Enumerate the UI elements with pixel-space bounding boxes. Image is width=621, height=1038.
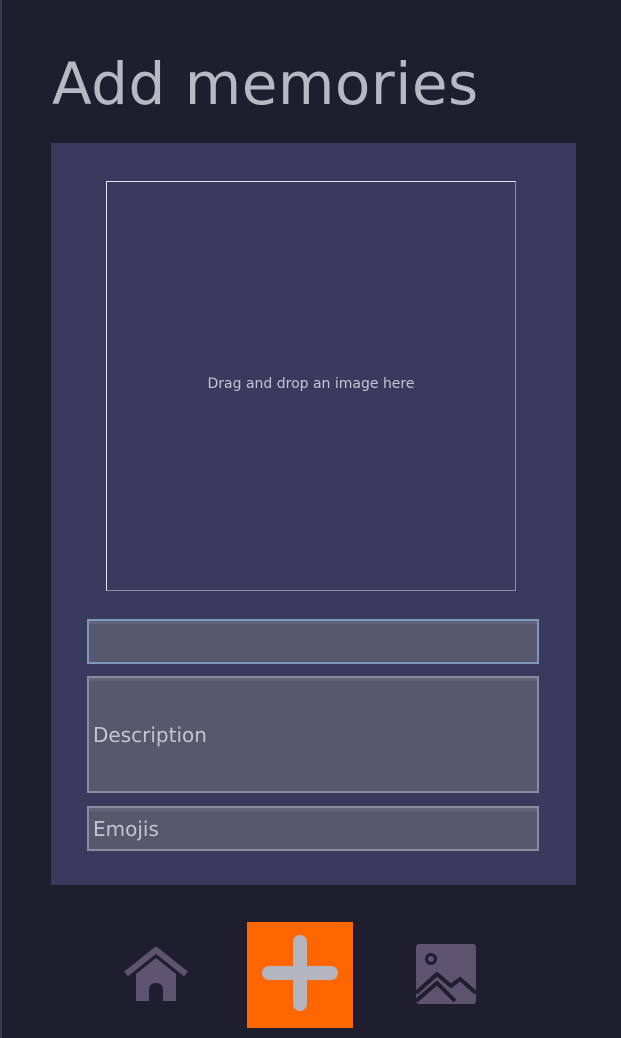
bottom-nav xyxy=(0,922,621,1028)
emoji-input[interactable] xyxy=(87,806,539,851)
window-edge xyxy=(0,0,2,1038)
image-dropzone[interactable]: Drag and drop an image here xyxy=(106,181,516,591)
image-icon xyxy=(414,943,478,1009)
page-title: Add memories xyxy=(52,50,479,118)
nav-home-button[interactable] xyxy=(116,942,196,1010)
home-icon xyxy=(122,946,190,1006)
dropzone-label: Drag and drop an image here xyxy=(207,376,415,392)
title-input[interactable] xyxy=(87,619,539,664)
plus-icon xyxy=(259,932,341,1018)
nav-gallery-button[interactable] xyxy=(410,942,482,1010)
description-field[interactable] xyxy=(87,676,539,793)
nav-add-button[interactable] xyxy=(247,922,353,1028)
memory-form: Drag and drop an image here xyxy=(51,143,576,885)
